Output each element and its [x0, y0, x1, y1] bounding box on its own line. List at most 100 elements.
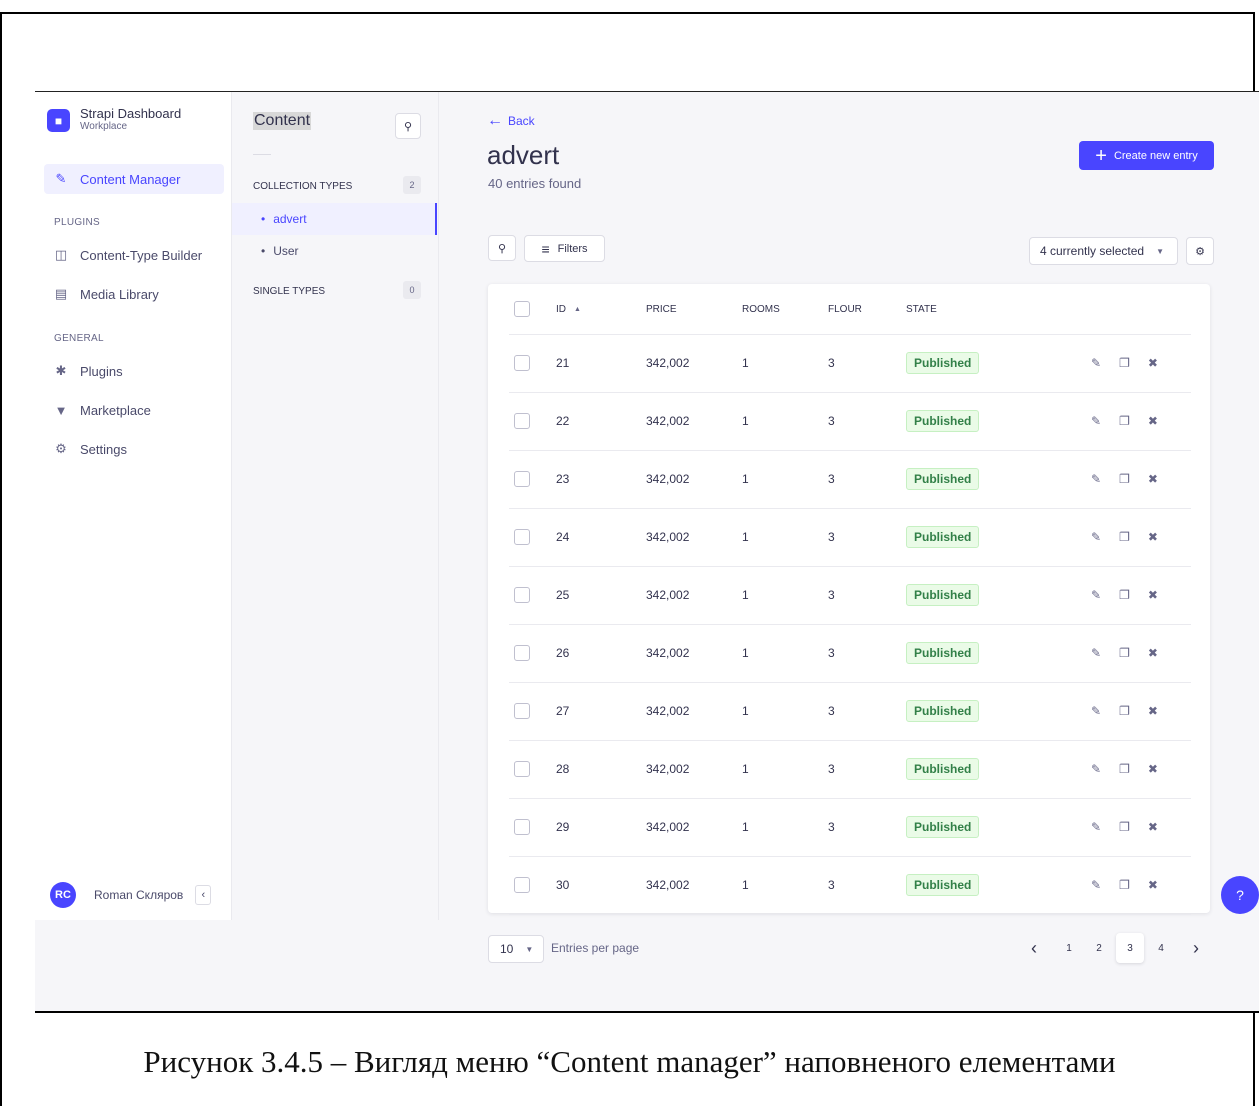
cell-rooms: 1 [742, 878, 749, 892]
duplicate-icon[interactable]: ❐ [1119, 762, 1130, 776]
trash-icon[interactable]: ✖ [1148, 530, 1158, 544]
duplicate-icon[interactable]: ❐ [1119, 646, 1130, 660]
trash-icon[interactable]: ✖ [1148, 646, 1158, 660]
subnav-item-label: User [273, 244, 299, 258]
bullet-icon: • [261, 212, 266, 226]
row-checkbox[interactable] [514, 471, 530, 487]
duplicate-icon[interactable]: ❐ [1119, 820, 1130, 834]
table-row[interactable]: 30 342,002 1 3 Published ✎ ❐ ✖ [509, 856, 1191, 915]
column-header-state[interactable]: STATE [906, 284, 937, 334]
row-checkbox[interactable] [514, 877, 530, 893]
pencil-icon[interactable]: ✎ [1091, 762, 1101, 776]
column-header-id[interactable]: ID ▲ [556, 284, 581, 334]
help-button[interactable]: ? [1221, 876, 1259, 914]
duplicate-icon[interactable]: ❐ [1119, 472, 1130, 486]
cell-price: 342,002 [646, 472, 690, 486]
nav-label: Settings [80, 441, 127, 457]
chevron-down-icon: ▼ [525, 944, 534, 954]
entries-per-page-select[interactable]: 10 ▼ [488, 935, 544, 963]
trash-icon[interactable]: ✖ [1148, 414, 1158, 428]
nav-settings[interactable]: ⚙ Settings [44, 434, 224, 464]
row-checkbox[interactable] [514, 587, 530, 603]
pencil-icon[interactable]: ✎ [1091, 588, 1101, 602]
duplicate-icon[interactable]: ❐ [1119, 588, 1130, 602]
previous-page-button[interactable]: ‹ [1024, 933, 1044, 963]
columns-select-value: 4 currently selected [1040, 244, 1145, 258]
next-page-button[interactable]: › [1186, 933, 1206, 963]
nav-content-manager[interactable]: ✎ Content Manager [44, 164, 224, 194]
pencil-icon[interactable]: ✎ [1091, 704, 1101, 718]
row-checkbox[interactable] [514, 761, 530, 777]
table-row[interactable]: 24 342,002 1 3 Published ✎ ❐ ✖ [509, 508, 1191, 567]
row-checkbox[interactable] [514, 703, 530, 719]
back-link[interactable]: ← Back [487, 112, 535, 130]
status-badge: Published [906, 468, 980, 490]
select-all-checkbox[interactable] [514, 301, 530, 317]
search-button[interactable]: ⚲ [488, 235, 516, 261]
row-checkbox[interactable] [514, 645, 530, 661]
page-4-button[interactable]: 4 [1151, 933, 1171, 963]
trash-icon[interactable]: ✖ [1148, 472, 1158, 486]
filters-button[interactable]: ≡ Filters [524, 235, 605, 262]
column-header-flour[interactable]: FLOUR [828, 284, 862, 334]
table-settings-button[interactable]: ⚙ [1186, 237, 1214, 265]
duplicate-icon[interactable]: ❐ [1119, 530, 1130, 544]
column-header-rooms[interactable]: ROOMS [742, 284, 780, 334]
trash-icon[interactable]: ✖ [1148, 878, 1158, 892]
table-row[interactable]: 28 342,002 1 3 Published ✎ ❐ ✖ [509, 740, 1191, 799]
table-row[interactable]: 25 342,002 1 3 Published ✎ ❐ ✖ [509, 566, 1191, 625]
nav-marketplace[interactable]: ▼ Marketplace [44, 395, 224, 425]
brand-subtitle: Workplace [80, 121, 128, 132]
table-row[interactable]: 27 342,002 1 3 Published ✎ ❐ ✖ [509, 682, 1191, 741]
page-title: advert [487, 140, 560, 170]
collapse-nav-button[interactable]: ‹ [195, 885, 212, 905]
trash-icon[interactable]: ✖ [1148, 588, 1158, 602]
row-checkbox[interactable] [514, 413, 530, 429]
row-checkbox[interactable] [514, 529, 530, 545]
pencil-icon[interactable]: ✎ [1091, 356, 1101, 370]
trash-icon[interactable]: ✖ [1148, 356, 1158, 370]
duplicate-icon[interactable]: ❐ [1119, 414, 1130, 428]
trash-icon[interactable]: ✖ [1148, 820, 1158, 834]
duplicate-icon[interactable]: ❐ [1119, 878, 1130, 892]
row-checkbox[interactable] [514, 355, 530, 371]
avatar[interactable]: RC [50, 882, 76, 908]
create-new-entry-button[interactable]: + Create new entry [1079, 141, 1214, 170]
page-3-button[interactable]: 3 [1116, 933, 1144, 963]
subnav-item-label: advert [273, 212, 307, 226]
subnav-item-advert[interactable]: • advert [232, 203, 437, 235]
per-page-value: 10 [500, 942, 514, 956]
column-header-price[interactable]: PRICE [646, 284, 677, 334]
page-1-button[interactable]: 1 [1059, 933, 1079, 963]
nav-media-library[interactable]: ▤ Media Library [44, 279, 224, 309]
table-row[interactable]: 29 342,002 1 3 Published ✎ ❐ ✖ [509, 798, 1191, 857]
duplicate-icon[interactable]: ❐ [1119, 704, 1130, 718]
trash-icon[interactable]: ✖ [1148, 762, 1158, 776]
cell-rooms: 1 [742, 472, 749, 486]
nav-content-type-builder[interactable]: ◫ Content-Type Builder [44, 240, 224, 270]
pencil-icon[interactable]: ✎ [1091, 414, 1101, 428]
filters-label: Filters [557, 242, 588, 255]
table-row[interactable]: 21 342,002 1 3 Published ✎ ❐ ✖ [509, 334, 1191, 393]
pencil-icon[interactable]: ✎ [1091, 820, 1101, 834]
columns-select[interactable]: 4 currently selected ▼ [1029, 237, 1178, 265]
table-row[interactable]: 26 342,002 1 3 Published ✎ ❐ ✖ [509, 624, 1191, 683]
user-menu[interactable]: RC Roman Скляров ‹ [50, 882, 212, 908]
duplicate-icon[interactable]: ❐ [1119, 356, 1130, 370]
subnav-item-user[interactable]: • User [232, 235, 437, 267]
row-checkbox[interactable] [514, 819, 530, 835]
trash-icon[interactable]: ✖ [1148, 704, 1158, 718]
pencil-icon[interactable]: ✎ [1091, 530, 1101, 544]
nav-plugins[interactable]: ✱ Plugins [44, 356, 224, 386]
table-row[interactable]: 22 342,002 1 3 Published ✎ ❐ ✖ [509, 392, 1191, 451]
subnav-search-button[interactable]: ⚲ [395, 113, 421, 139]
pencil-icon[interactable]: ✎ [1091, 646, 1101, 660]
cell-flour: 3 [828, 530, 835, 544]
cell-flour: 3 [828, 414, 835, 428]
nav-label: Plugins [80, 363, 123, 379]
pencil-icon[interactable]: ✎ [1091, 878, 1101, 892]
pencil-icon[interactable]: ✎ [1091, 472, 1101, 486]
chevron-down-icon: ▼ [1156, 246, 1164, 256]
page-2-button[interactable]: 2 [1089, 933, 1109, 963]
table-row[interactable]: 23 342,002 1 3 Published ✎ ❐ ✖ [509, 450, 1191, 509]
